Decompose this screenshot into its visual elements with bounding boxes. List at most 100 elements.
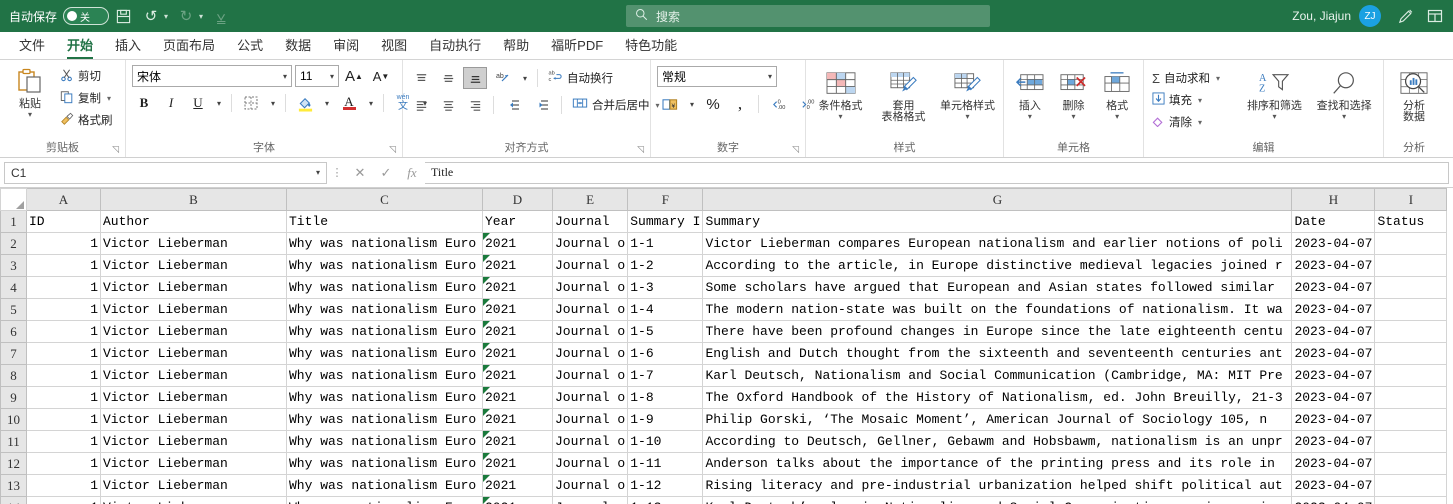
- cell-H1[interactable]: Date: [1291, 210, 1376, 233]
- ink-pen-icon[interactable]: [1391, 3, 1419, 29]
- increase-font-size-button[interactable]: A ▲: [342, 65, 366, 87]
- tab-automate[interactable]: 自动执行: [418, 32, 492, 59]
- cell-B2[interactable]: Victor Lieberman: [100, 232, 287, 255]
- cell-F8[interactable]: 1-7: [627, 364, 704, 387]
- cell-D3[interactable]: 2021: [482, 254, 553, 277]
- cell-C6[interactable]: Why was nationalism Euro: [286, 320, 483, 343]
- cell-B4[interactable]: Victor Lieberman: [100, 276, 287, 299]
- cell-H12[interactable]: 2023-04-07: [1291, 452, 1376, 475]
- increase-indent-button[interactable]: [529, 94, 555, 116]
- cell-G13[interactable]: Rising literacy and pre-industrial urban…: [702, 474, 1293, 497]
- cell-A4[interactable]: 1: [26, 276, 101, 299]
- row-header-9[interactable]: 9: [0, 386, 27, 409]
- accounting-dropdown-icon[interactable]: ▾: [686, 93, 698, 115]
- cell-B5[interactable]: Victor Lieberman: [100, 298, 287, 321]
- customize-quick-access-icon[interactable]: ⩣: [207, 3, 235, 29]
- cell-H9[interactable]: 2023-04-07: [1291, 386, 1376, 409]
- align-center-button[interactable]: [436, 94, 460, 116]
- cell-E8[interactable]: Journal o: [551, 364, 629, 387]
- orientation-dropdown-icon[interactable]: ▾: [519, 67, 531, 89]
- insert-cells-dropdown-icon[interactable]: ▾: [1028, 112, 1032, 121]
- clear-button[interactable]: 清除 ▾: [1148, 111, 1240, 133]
- cell-I14[interactable]: [1374, 496, 1448, 504]
- column-header-i[interactable]: I: [1374, 188, 1448, 211]
- insert-cells-button[interactable]: 插入 ▾: [1009, 65, 1051, 124]
- row-header-8[interactable]: 8: [0, 364, 27, 387]
- number-dialog-launcher-icon[interactable]: ◹: [792, 142, 799, 156]
- clipboard-dialog-launcher-icon[interactable]: ◹: [112, 142, 119, 156]
- confirm-icon[interactable]: ✓: [373, 165, 399, 181]
- cell-E14[interactable]: Journal o: [551, 496, 629, 504]
- cell-D5[interactable]: 2021: [482, 298, 553, 321]
- cell-D13[interactable]: 2021: [482, 474, 553, 497]
- cell-I1[interactable]: Status: [1374, 210, 1448, 233]
- cell-G8[interactable]: Karl Deutsch, Nationalism and Social Com…: [702, 364, 1293, 387]
- cell-C2[interactable]: Why was nationalism Euro: [286, 232, 483, 255]
- user-name[interactable]: Zou, Jiajun: [1292, 9, 1351, 23]
- cell-C10[interactable]: Why was nationalism Euro: [286, 408, 483, 431]
- tab-home[interactable]: 开始: [56, 32, 104, 59]
- conditional-formatting-dropdown-icon[interactable]: ▾: [839, 112, 843, 121]
- cell-G6[interactable]: There have been profound changes in Euro…: [702, 320, 1293, 343]
- align-left-button[interactable]: [409, 94, 433, 116]
- underline-dropdown-icon[interactable]: ▾: [213, 92, 225, 114]
- sort-filter-button[interactable]: AZ 排序和筛选 ▾: [1240, 65, 1310, 124]
- cell-F1[interactable]: Summary I: [627, 210, 704, 233]
- cell-B11[interactable]: Victor Lieberman: [100, 430, 287, 453]
- format-as-table-button[interactable]: 套用 表格格式: [871, 65, 936, 126]
- cell-C11[interactable]: Why was nationalism Euro: [286, 430, 483, 453]
- row-header-1[interactable]: 1: [0, 210, 27, 233]
- cell-G3[interactable]: According to the article, in Europe dist…: [702, 254, 1293, 277]
- cell-C3[interactable]: Why was nationalism Euro: [286, 254, 483, 277]
- tab-foxit-pdf[interactable]: 福昕PDF: [540, 32, 614, 59]
- cell-B8[interactable]: Victor Lieberman: [100, 364, 287, 387]
- cell-E9[interactable]: Journal o: [551, 386, 629, 409]
- cell-B12[interactable]: Victor Lieberman: [100, 452, 287, 475]
- column-header-g[interactable]: G: [702, 188, 1293, 211]
- cell-H11[interactable]: 2023-04-07: [1291, 430, 1376, 453]
- save-icon[interactable]: [109, 3, 137, 29]
- cell-C9[interactable]: Why was nationalism Euro: [286, 386, 483, 409]
- cell-D2[interactable]: 2021: [482, 232, 553, 255]
- cell-E5[interactable]: Journal o: [551, 298, 629, 321]
- wrap-text-button[interactable]: ab c 自动换行: [544, 67, 617, 89]
- cell-F13[interactable]: 1-12: [627, 474, 704, 497]
- clear-dropdown-icon[interactable]: ▾: [1198, 118, 1202, 127]
- paste-button[interactable]: 粘贴 ▾: [4, 63, 56, 122]
- tab-page-layout[interactable]: 页面布局: [152, 32, 226, 59]
- cell-E3[interactable]: Journal o: [551, 254, 629, 277]
- cell-C14[interactable]: Why was nationalism Euro: [286, 496, 483, 504]
- italic-button[interactable]: I: [159, 92, 183, 114]
- cell-D7[interactable]: 2021: [482, 342, 553, 365]
- cell-D4[interactable]: 2021: [482, 276, 553, 299]
- cell-F12[interactable]: 1-11: [627, 452, 704, 475]
- search-box[interactable]: 搜索: [626, 5, 990, 27]
- cell-H14[interactable]: 2023-04-07: [1291, 496, 1376, 504]
- cell-D1[interactable]: Year: [482, 210, 553, 233]
- tab-view[interactable]: 视图: [370, 32, 418, 59]
- cell-D10[interactable]: 2021: [482, 408, 553, 431]
- cell-I12[interactable]: [1374, 452, 1448, 475]
- cell-F4[interactable]: 1-3: [627, 276, 704, 299]
- cell-I7[interactable]: [1374, 342, 1448, 365]
- column-header-f[interactable]: F: [627, 188, 704, 211]
- cell-I2[interactable]: [1374, 232, 1448, 255]
- cell-A13[interactable]: 1: [26, 474, 101, 497]
- cell-F10[interactable]: 1-9: [627, 408, 704, 431]
- cell-D11[interactable]: 2021: [482, 430, 553, 453]
- column-header-e[interactable]: E: [551, 188, 629, 211]
- select-all-corner[interactable]: [0, 188, 27, 211]
- format-painter-button[interactable]: 格式刷: [56, 109, 117, 131]
- tab-data[interactable]: 数据: [274, 32, 322, 59]
- cell-E1[interactable]: Journal: [551, 210, 629, 233]
- fill-color-button[interactable]: [292, 92, 318, 114]
- cell-E12[interactable]: Journal o: [551, 452, 629, 475]
- cell-A5[interactable]: 1: [26, 298, 101, 321]
- cell-I6[interactable]: [1374, 320, 1448, 343]
- cell-H10[interactable]: 2023-04-07: [1291, 408, 1376, 431]
- cell-C12[interactable]: Why was nationalism Euro: [286, 452, 483, 475]
- cell-C7[interactable]: Why was nationalism Euro: [286, 342, 483, 365]
- borders-button[interactable]: [238, 92, 264, 114]
- column-header-h[interactable]: H: [1291, 188, 1376, 211]
- underline-button[interactable]: U: [186, 92, 210, 114]
